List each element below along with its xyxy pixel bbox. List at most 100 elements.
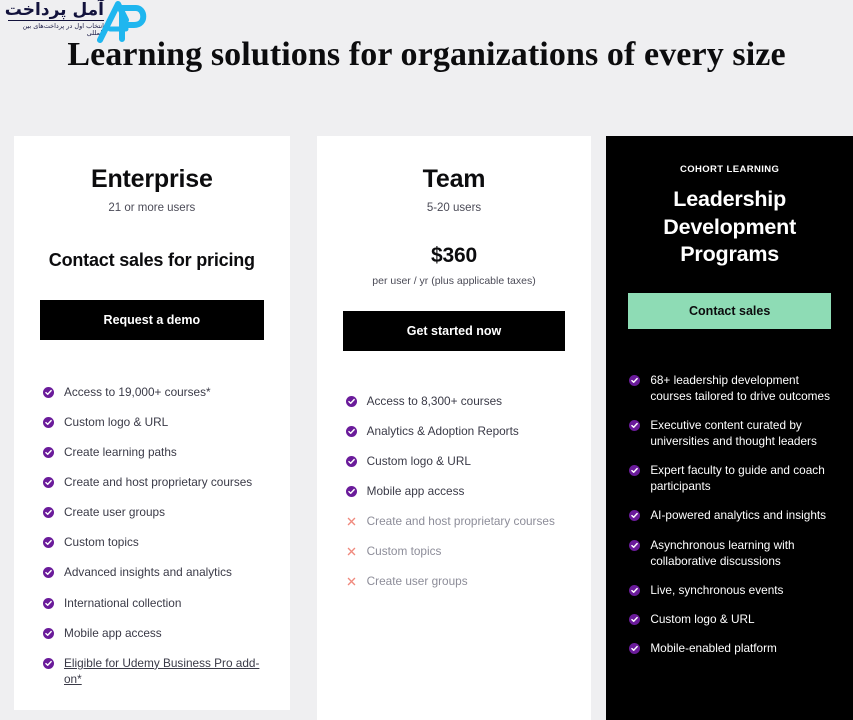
feature-item: Custom topics <box>43 534 264 550</box>
feature-item: Custom logo & URL <box>43 414 264 430</box>
feature-label: Custom logo & URL <box>650 612 755 627</box>
feature-item: Executive content curated by universitie… <box>629 417 831 449</box>
feature-item: Mobile app access <box>43 625 264 641</box>
check-circle-icon <box>43 507 54 519</box>
feature-item: 68+ leadership development courses tailo… <box>629 372 831 404</box>
check-circle-icon <box>345 395 357 407</box>
contact-sales-button[interactable]: Contact sales <box>628 292 831 329</box>
plan-price-enterprise: Contact sales for pricing <box>48 249 255 270</box>
feature-label: Mobile app access <box>64 625 162 640</box>
check-circle-icon <box>345 485 357 497</box>
feature-label: Analytics & Adoption Reports <box>366 423 519 438</box>
feature-item: Custom logo & URL <box>629 611 831 627</box>
feature-label: Access to 8,300+ courses <box>366 393 503 408</box>
feature-label: Create and host proprietary courses <box>64 474 253 489</box>
feature-item: Analytics & Adoption Reports <box>345 423 566 439</box>
feature-item: AI-powered analytics and insights <box>629 507 831 523</box>
feature-item: Create user groups <box>346 573 566 589</box>
plan-card-team: Team 5-20 users $360 per user / yr (plus… <box>316 136 592 720</box>
feature-item: Create learning paths <box>43 444 264 460</box>
feature-label: 68+ leadership development courses tailo… <box>650 372 830 403</box>
check-circle-icon <box>345 455 357 467</box>
feature-item: Access to 19,000+ courses* <box>43 384 264 400</box>
check-circle-icon <box>629 465 641 477</box>
request-a-demo-button[interactable]: Request a demo <box>40 299 264 340</box>
feature-item: Create and host proprietary courses <box>346 513 566 529</box>
cross-icon <box>347 517 355 526</box>
check-circle-icon <box>629 419 641 431</box>
check-circle-icon <box>43 567 54 579</box>
feature-label: Custom topics <box>64 535 139 550</box>
feature-item: Access to 8,300+ courses <box>345 393 566 409</box>
cta-container-team: Get started now <box>342 310 566 351</box>
plan-users-enterprise: 21 or more users <box>108 201 196 214</box>
feature-label: Create learning paths <box>64 444 177 459</box>
feature-item: Expert faculty to guide and coach partic… <box>629 462 831 494</box>
check-circle-icon <box>43 476 54 488</box>
cta-container-cohort: Contact sales <box>628 292 831 329</box>
check-circle-icon <box>345 425 357 437</box>
page-title: Learning solutions for organizations of … <box>67 35 786 73</box>
check-circle-icon <box>43 657 54 669</box>
feature-label: Custom logo & URL <box>64 414 169 429</box>
pricing-cards-row: Enterprise 21 or more users Contact sale… <box>0 136 853 720</box>
plan-price-note-team: per user / yr (plus applicable taxes) <box>372 274 536 287</box>
feature-item: Live, synchronous events <box>629 582 831 598</box>
feature-label: Access to 19,000+ courses* <box>64 384 211 399</box>
cross-icon <box>347 578 355 586</box>
feature-label: Asynchronous learning with collaborative… <box>650 537 795 568</box>
check-circle-icon <box>629 584 641 596</box>
feature-item: Custom topics <box>346 543 566 559</box>
feature-item: International collection <box>43 595 264 611</box>
plan-name-team: Team <box>422 165 486 193</box>
check-circle-icon <box>629 643 641 655</box>
check-circle-icon <box>43 446 54 458</box>
feature-list-enterprise: Access to 19,000+ courses* Custom logo & … <box>40 384 264 688</box>
cohort-eyebrow-label: COHORT LEARNING <box>679 164 780 175</box>
feature-label: Mobile app access <box>366 483 465 498</box>
check-circle-icon <box>43 386 54 398</box>
feature-item: Asynchronous learning with collaborative… <box>629 537 831 569</box>
feature-label: Custom logo & URL <box>366 453 471 468</box>
check-circle-icon <box>43 416 54 428</box>
feature-label: Custom topics <box>366 544 442 559</box>
feature-label: Executive content curated by universitie… <box>650 417 817 449</box>
plan-name-enterprise: Enterprise <box>90 165 213 193</box>
feature-label: Create user groups <box>64 505 165 520</box>
cross-icon <box>347 548 355 556</box>
feature-item: Create and host proprietary courses <box>43 474 264 490</box>
feature-label: AI-powered analytics and insights <box>650 508 827 523</box>
feature-list-cohort: 68+ leadership development courses tailo… <box>628 372 831 657</box>
cta-container-enterprise: Request a demo <box>40 299 264 340</box>
feature-label: International collection <box>64 595 182 610</box>
check-circle-icon <box>629 539 641 551</box>
feature-item: Custom logo & URL <box>345 453 566 469</box>
feature-item: Create user groups <box>43 504 264 520</box>
feature-label: Live, synchronous events <box>650 582 784 597</box>
check-circle-icon <box>629 614 641 626</box>
feature-item: Advanced insights and analytics <box>43 564 264 580</box>
get-started-now-button[interactable]: Get started now <box>342 310 566 351</box>
feature-label: Create user groups <box>366 574 468 589</box>
check-circle-icon <box>629 510 641 522</box>
cohort-title: Leadership Development Programs <box>663 187 797 267</box>
plan-users-team: 5-20 users <box>426 201 482 214</box>
check-circle-icon <box>43 537 54 549</box>
plan-price-team: $360 <box>431 243 477 267</box>
feature-item: Eligible for Udemy Business Pro add-on* <box>43 655 264 687</box>
feature-item: Mobile-enabled platform <box>629 640 831 656</box>
feature-label[interactable]: Eligible for Udemy Business Pro add-on* <box>64 655 264 687</box>
plan-card-enterprise: Enterprise 21 or more users Contact sale… <box>14 136 290 710</box>
feature-label: Mobile-enabled platform <box>650 641 777 656</box>
check-circle-icon <box>629 374 641 386</box>
feature-list-team: Access to 8,300+ courses Analytics & Adop… <box>343 393 566 590</box>
feature-label: Create and host proprietary courses <box>366 514 555 529</box>
feature-label: Advanced insights and analytics <box>64 565 232 580</box>
feature-item: Mobile app access <box>345 483 566 499</box>
plan-card-cohort-learning: COHORT LEARNING Leadership Development P… <box>606 136 853 720</box>
feature-label: Expert faculty to guide and coach partic… <box>650 463 825 494</box>
watermark-brand-name: آمل پرداخت <box>4 0 104 20</box>
watermark-divider <box>8 20 104 21</box>
feature-link[interactable]: Eligible for Udemy Business Pro add-on* <box>64 656 259 686</box>
check-circle-icon <box>43 627 54 639</box>
